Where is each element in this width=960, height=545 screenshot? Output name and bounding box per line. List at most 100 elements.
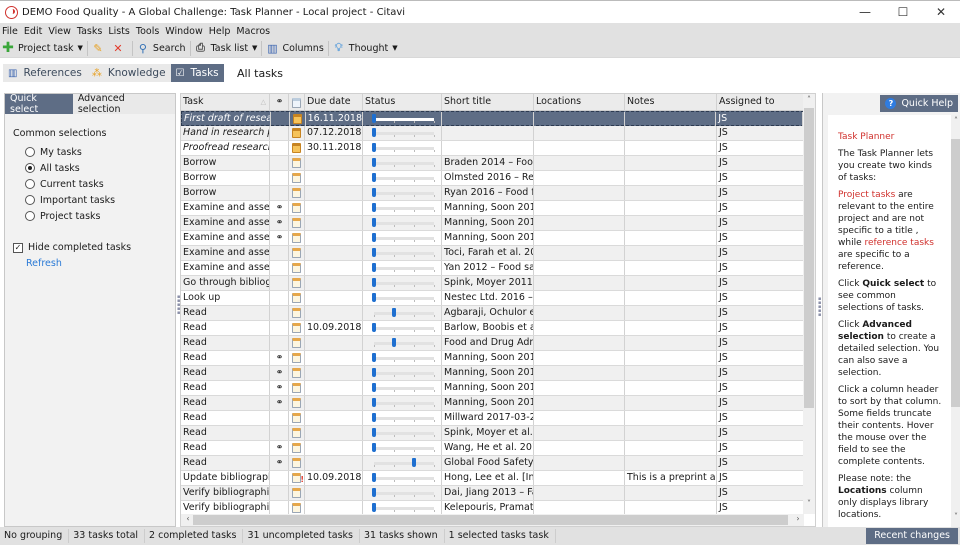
cell-short-title[interactable]: Agbaraji, Ochulor et xyxy=(442,306,534,320)
status-slider[interactable] xyxy=(363,126,442,140)
status-slider[interactable] xyxy=(363,456,442,470)
slider-thumb[interactable] xyxy=(372,218,376,227)
column-header-status[interactable]: Status xyxy=(363,94,442,111)
cell-assigned-to[interactable]: JS xyxy=(716,112,803,126)
cell-task[interactable]: Examine and assess xyxy=(181,261,270,275)
cell-assigned-to[interactable]: JS xyxy=(717,216,804,230)
table-row[interactable]: Proofread research p 30.11.2018 JS xyxy=(181,141,804,156)
radio-option[interactable]: My tasks xyxy=(13,144,175,160)
cell-locations[interactable] xyxy=(534,456,625,470)
cell-due-date[interactable] xyxy=(305,426,363,440)
radio-option[interactable]: Project tasks xyxy=(13,208,175,224)
cell-due-date[interactable] xyxy=(305,441,363,455)
cell-task[interactable]: Hand in research pa xyxy=(181,126,270,140)
cell-notes[interactable] xyxy=(625,321,717,335)
status-slider[interactable] xyxy=(363,246,442,260)
status-slider[interactable] xyxy=(363,396,442,410)
menu-file[interactable]: File xyxy=(2,26,18,37)
cell-notes[interactable] xyxy=(625,246,717,260)
cell-due-date[interactable] xyxy=(305,381,363,395)
cell-due-date[interactable] xyxy=(305,366,363,380)
status-slider[interactable] xyxy=(363,141,442,155)
slider-thumb[interactable] xyxy=(412,458,417,467)
status-slider[interactable] xyxy=(363,321,442,335)
status-slider[interactable] xyxy=(363,186,442,200)
radio-option[interactable]: Important tasks xyxy=(13,192,175,208)
table-row[interactable]: Read ⚭ Manning, Soon 2016 JS xyxy=(181,366,804,381)
status-slider[interactable] xyxy=(363,336,442,350)
cell-short-title[interactable]: Manning, Soon 2016 xyxy=(442,396,534,410)
slider-thumb[interactable] xyxy=(372,353,376,362)
cell-short-title[interactable] xyxy=(442,126,534,140)
cell-locations[interactable] xyxy=(534,411,625,425)
cell-due-date[interactable]: 16.11.2018 xyxy=(306,112,364,126)
table-row[interactable]: Look up Nestec Ltd. 2016 – F JS xyxy=(181,291,804,306)
help-link[interactable]: Project tasks xyxy=(838,190,895,200)
cell-task[interactable]: Go through bibliogr xyxy=(181,276,270,290)
radio-button[interactable] xyxy=(25,195,35,205)
slider-thumb[interactable] xyxy=(372,413,376,422)
menu-window[interactable]: Window xyxy=(165,26,202,37)
scroll-down-icon[interactable]: ˅ xyxy=(951,512,960,521)
cell-assigned-to[interactable]: JS xyxy=(717,366,804,380)
tab-references[interactable]: ▥ References xyxy=(3,64,87,82)
slider-thumb[interactable] xyxy=(372,233,376,242)
cell-due-date[interactable] xyxy=(305,396,363,410)
status-slider[interactable] xyxy=(363,351,442,365)
cell-locations[interactable] xyxy=(534,441,625,455)
cell-task[interactable]: Read xyxy=(181,426,270,440)
maximize-button[interactable]: ☐ xyxy=(884,1,922,23)
cell-short-title[interactable]: Manning, Soon 2016 xyxy=(442,201,534,215)
status-slider[interactable] xyxy=(363,156,442,170)
status-slider[interactable] xyxy=(363,231,442,245)
menu-tasks[interactable]: Tasks xyxy=(77,26,102,37)
cell-due-date[interactable] xyxy=(305,216,363,230)
cell-due-date[interactable] xyxy=(305,306,363,320)
cell-locations[interactable] xyxy=(534,141,625,155)
cell-due-date[interactable] xyxy=(305,156,363,170)
cell-locations[interactable] xyxy=(534,471,625,485)
menu-lists[interactable]: Lists xyxy=(108,26,130,37)
thought-button[interactable]: 💡︎ Thought ▼ xyxy=(333,41,398,54)
slider-thumb[interactable] xyxy=(372,383,376,392)
slider-thumb[interactable] xyxy=(372,203,376,212)
chevron-down-icon[interactable]: ▼ xyxy=(252,44,257,52)
quick-help-button[interactable]: ? Quick Help xyxy=(880,95,958,112)
status-slider[interactable] xyxy=(363,291,442,305)
table-row[interactable]: Examine and assess Yan 2012 – Food saf JS xyxy=(181,261,804,276)
status-slider[interactable] xyxy=(363,306,442,320)
cell-short-title[interactable]: Spink, Moyer 2011 – xyxy=(442,276,534,290)
cell-short-title[interactable]: Manning, Soon 2016 xyxy=(442,381,534,395)
table-row[interactable]: Examine and assess ⚭ Manning, Soon 2016 JS xyxy=(181,231,804,246)
columns-button[interactable]: ▥ Columns xyxy=(266,42,324,55)
cell-assigned-to[interactable]: JS xyxy=(717,141,804,155)
cell-due-date[interactable]: 30.11.2018 xyxy=(305,141,363,155)
cell-notes[interactable] xyxy=(625,126,717,140)
scroll-down-icon[interactable]: ˅ xyxy=(803,499,815,508)
slider-thumb[interactable] xyxy=(372,128,376,137)
cell-due-date[interactable] xyxy=(305,276,363,290)
cell-locations[interactable] xyxy=(534,156,625,170)
cell-short-title[interactable]: Barlow, Boobis et al. xyxy=(442,321,534,335)
cell-assigned-to[interactable]: JS xyxy=(717,276,804,290)
table-row[interactable]: Read ⚭ Manning, Soon 2016 JS xyxy=(181,381,804,396)
cell-assigned-to[interactable]: JS xyxy=(717,321,804,335)
cell-assigned-to[interactable]: JS xyxy=(717,156,804,170)
refresh-link[interactable]: Refresh xyxy=(26,258,175,269)
slider-thumb[interactable] xyxy=(372,368,376,377)
cell-notes[interactable]: This is a preprint arti xyxy=(625,471,717,485)
tab-quick-select[interactable]: Quick select xyxy=(5,93,73,115)
menu-tools[interactable]: Tools xyxy=(136,26,159,37)
cell-task[interactable]: Read xyxy=(181,366,270,380)
cell-task[interactable]: Examine and assess xyxy=(181,231,270,245)
radio-button[interactable] xyxy=(25,179,35,189)
slider-thumb[interactable] xyxy=(372,278,376,287)
cell-due-date[interactable] xyxy=(305,291,363,305)
project-task-button[interactable]: ✚ Project task ▼ xyxy=(2,40,83,56)
cell-due-date[interactable] xyxy=(305,171,363,185)
column-header-notes[interactable]: Notes xyxy=(625,94,717,111)
cell-notes[interactable] xyxy=(625,336,717,350)
cell-locations[interactable] xyxy=(534,306,625,320)
cell-task[interactable]: Verify bibliographic xyxy=(181,501,270,515)
cell-due-date[interactable] xyxy=(305,411,363,425)
